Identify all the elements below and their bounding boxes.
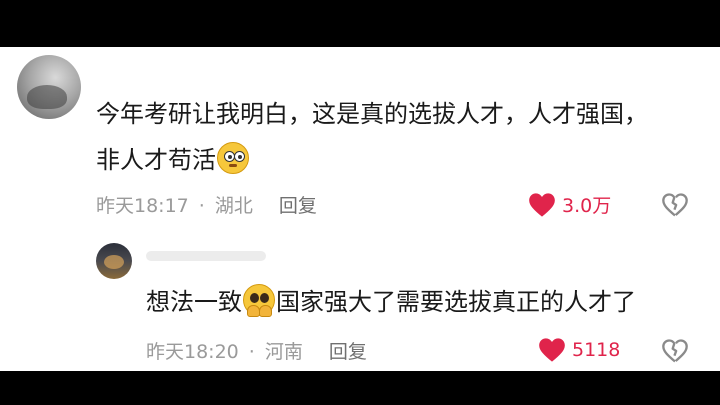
reply-text: 想法一致 国家强大了需要选拔真正的人才了 (146, 283, 636, 321)
comment-like-button[interactable]: 3.0万 (528, 191, 611, 218)
comment-meta: 昨天18:17 · 湖北 回复 (96, 191, 317, 218)
broken-heart-icon[interactable] (661, 338, 689, 364)
comment-panel: 今年考研让我明白，这是真的选拔人才，人才强国， 非人才苟活 昨天18:17 · 湖北… (0, 47, 720, 371)
comment-time: 昨天18:17 (96, 195, 189, 217)
reply-text-after-emoji: 国家强大了需要选拔真正的人才了 (276, 288, 636, 316)
heart-filled-icon (539, 338, 565, 362)
reply-like-button[interactable]: 5118 (538, 337, 620, 363)
meta-separator: · (198, 195, 205, 217)
reply-reply-button[interactable]: 回复 (329, 341, 367, 363)
reply-time: 昨天18:20 (146, 341, 239, 363)
commenter-avatar[interactable] (17, 55, 81, 119)
meta-separator: · (248, 341, 255, 363)
reply-location: 河南 (264, 341, 303, 363)
comment-location: 湖北 (214, 195, 253, 217)
comment-reply-button[interactable]: 回复 (279, 195, 317, 217)
reply-meta: 昨天18:20 · 河南 回复 (146, 337, 367, 364)
comment-like-count: 3.0万 (562, 195, 612, 217)
broken-heart-icon[interactable] (661, 192, 689, 218)
comment-text-line-2: 非人才苟活 (96, 141, 250, 179)
heart-filled-icon (529, 192, 555, 217)
comment-text-line-1: 今年考研让我明白，这是真的选拔人才，人才强国， (96, 100, 648, 128)
flushed-face-emoji-icon (217, 142, 249, 174)
pleading-face-emoji-icon (243, 284, 275, 317)
reply-username-obscured (146, 251, 266, 261)
replier-avatar[interactable] (96, 243, 132, 279)
reply-text-before-emoji: 想法一致 (146, 288, 242, 316)
reply-like-count: 5118 (572, 339, 621, 361)
comment-text-line-2-content: 非人才苟活 (96, 146, 216, 174)
